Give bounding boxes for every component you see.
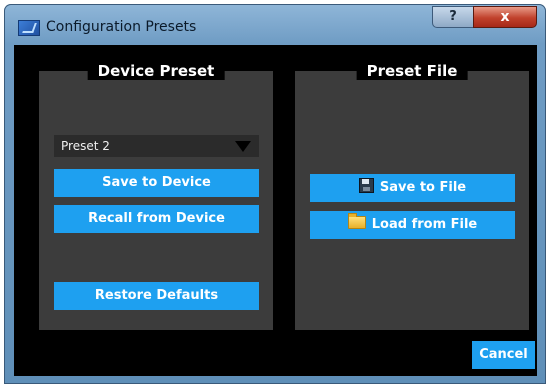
preset-file-title: Preset File — [356, 62, 468, 80]
preset-dropdown-value: Preset 2 — [61, 139, 110, 153]
load-from-file-button[interactable]: Load from File — [310, 211, 515, 239]
help-button[interactable]: ? — [432, 6, 474, 28]
load-from-file-label: Load from File — [371, 217, 478, 232]
preset-dropdown[interactable]: Preset 2 — [54, 135, 259, 157]
save-to-device-button[interactable]: Save to Device — [54, 169, 259, 197]
device-preset-title: Device Preset — [87, 62, 225, 80]
cancel-button[interactable]: Cancel — [472, 341, 535, 369]
restore-defaults-button[interactable]: Restore Defaults — [54, 282, 259, 310]
app-icon — [18, 20, 40, 36]
title-bar[interactable]: Configuration Presets ? x — [4, 4, 546, 36]
chevron-down-icon — [235, 141, 251, 152]
save-to-file-button[interactable]: Save to File — [310, 174, 515, 202]
folder-icon — [347, 213, 366, 229]
window-title: Configuration Presets — [46, 19, 197, 35]
preset-file-panel: Preset File Save to File Load from File — [295, 62, 529, 330]
save-to-file-label: Save to File — [379, 180, 467, 195]
floppy-disk-icon — [358, 178, 374, 193]
dialog-window: Configuration Presets ? x Device Preset … — [4, 4, 546, 384]
recall-from-device-button[interactable]: Recall from Device — [54, 205, 259, 233]
dialog-content: Device Preset Preset 2 Save to Device Re… — [14, 45, 537, 376]
close-button[interactable]: x — [473, 6, 537, 28]
device-preset-panel: Device Preset Preset 2 Save to Device Re… — [39, 62, 273, 330]
